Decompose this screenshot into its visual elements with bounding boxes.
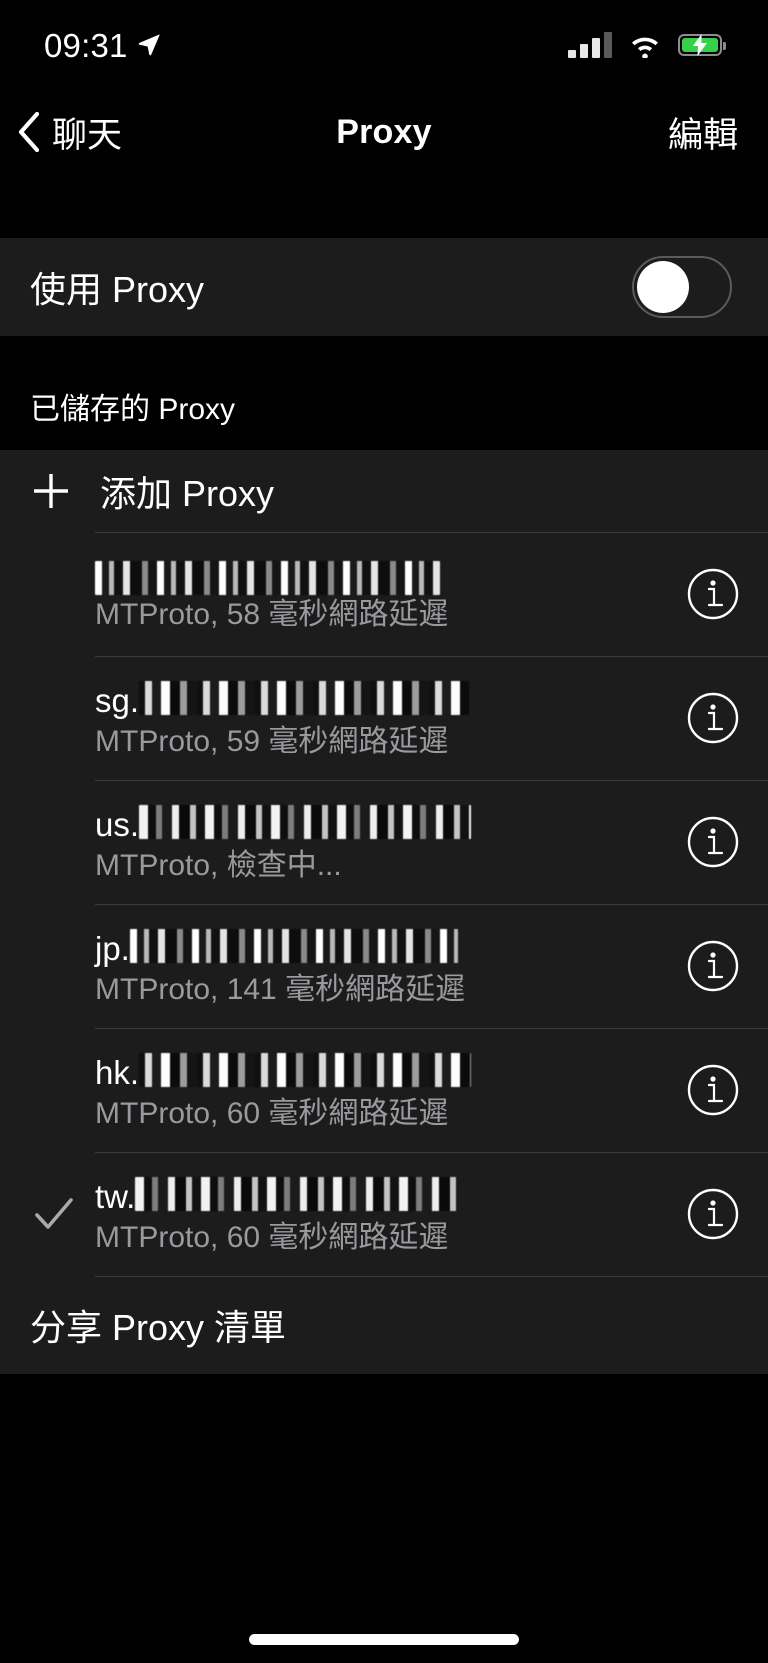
status-bar-right <box>568 30 726 58</box>
plus-icon <box>34 474 68 508</box>
share-proxy-list-label: 分享 Proxy 清單 <box>30 1307 287 1348</box>
info-circle-icon[interactable] <box>686 1063 740 1117</box>
add-proxy-row[interactable]: 添加 Proxy <box>0 450 768 532</box>
proxy-host: sg. <box>95 678 668 719</box>
info-circle-icon[interactable] <box>686 815 740 869</box>
proxy-text-block: us. MTProto, 檢查中... <box>95 802 668 882</box>
saved-proxies-section-header: 已儲存的 Proxy <box>0 336 768 450</box>
use-proxy-toggle[interactable] <box>632 256 732 318</box>
top-spacer <box>0 176 768 238</box>
proxy-host-redacted <box>135 1177 458 1212</box>
info-circle-icon[interactable] <box>686 1187 740 1241</box>
proxy-host-redacted <box>139 805 472 840</box>
saved-proxies-group: 添加 Proxy MTProto, 58 毫秒網路延遲 sg. MTProto,… <box>0 450 768 1374</box>
info-circle-icon[interactable] <box>686 567 740 621</box>
proxy-host-prefix: us. <box>95 806 140 844</box>
status-bar-clock: 09:31 <box>44 27 128 64</box>
proxy-host-prefix: sg. <box>95 682 140 720</box>
proxy-host-prefix: jp. <box>95 930 130 968</box>
back-button-label: 聊天 <box>52 115 123 155</box>
proxy-row[interactable]: us. MTProto, 檢查中... <box>0 780 768 904</box>
use-proxy-row[interactable]: 使用 Proxy <box>0 238 768 336</box>
proxy-text-block: MTProto, 58 毫秒網路延遲 <box>95 558 668 631</box>
proxy-text-block: hk. MTProto, 60 毫秒網路延遲 <box>95 1050 668 1130</box>
proxy-host: hk. <box>95 1050 668 1091</box>
home-indicator[interactable] <box>249 1634 519 1645</box>
use-proxy-group: 使用 Proxy <box>0 238 768 336</box>
content-scroll-area: 使用 Proxy 已儲存的 Proxy 添加 Proxy MTProto, 58… <box>0 176 768 1663</box>
bottom-spacer <box>0 1374 768 1663</box>
back-button[interactable]: 聊天 <box>18 107 122 158</box>
proxy-detail: MTProto, 60 毫秒網路延遲 <box>95 1096 449 1130</box>
proxy-host: tw. <box>95 1174 668 1215</box>
proxy-detail: MTProto, 59 毫秒網路延遲 <box>95 724 449 758</box>
edit-button[interactable]: 編輯 <box>668 107 738 158</box>
proxy-host-redacted <box>139 1053 472 1088</box>
status-bar: 09:31 <box>0 0 768 88</box>
charging-bolt-icon <box>693 34 707 56</box>
toggle-knob <box>637 261 689 313</box>
info-circle-icon[interactable] <box>686 691 740 745</box>
proxy-detail: MTProto, 141 毫秒網路延遲 <box>95 972 466 1006</box>
proxy-row[interactable]: MTProto, 58 毫秒網路延遲 <box>0 532 768 656</box>
proxy-host <box>95 558 668 595</box>
cellular-signal-icon <box>568 32 612 58</box>
proxy-host-redacted <box>129 929 458 964</box>
proxy-host-redacted <box>95 560 440 595</box>
proxy-detail: MTProto, 60 毫秒網路延遲 <box>95 1220 449 1254</box>
add-proxy-label: 添加 Proxy <box>100 473 275 514</box>
chevron-left-icon <box>18 112 40 152</box>
proxy-host-redacted <box>139 681 470 716</box>
proxy-text-block: tw. MTProto, 60 毫秒網路延遲 <box>95 1174 668 1254</box>
proxy-host: us. <box>95 802 668 843</box>
use-proxy-label: 使用 Proxy <box>30 269 205 310</box>
status-bar-left: 09:31 <box>44 23 161 65</box>
proxy-text-block: jp. MTProto, 141 毫秒網路延遲 <box>95 926 668 1006</box>
proxy-settings-screen: 09:31 聊天 Proxy 編輯 使用 Proxy 已儲存的 Proxy 添加… <box>0 0 768 1663</box>
proxy-host: jp. <box>95 926 668 967</box>
battery-charging-icon <box>678 34 726 56</box>
proxy-host-prefix: hk. <box>95 1054 140 1092</box>
wifi-icon <box>632 37 658 58</box>
proxy-row[interactable]: sg. MTProto, 59 毫秒網路延遲 <box>0 656 768 780</box>
navigation-bar: 聊天 Proxy 編輯 <box>0 88 768 176</box>
proxy-row[interactable]: jp. MTProto, 141 毫秒網路延遲 <box>0 904 768 1028</box>
checkmark-icon <box>35 1198 73 1229</box>
proxy-detail: MTProto, 58 毫秒網路延遲 <box>95 597 449 631</box>
proxy-row-selected[interactable]: tw. MTProto, 60 毫秒網路延遲 <box>0 1152 768 1276</box>
proxy-row[interactable]: hk. MTProto, 60 毫秒網路延遲 <box>0 1028 768 1152</box>
proxy-detail: MTProto, 檢查中... <box>95 848 342 882</box>
proxy-host-prefix: tw. <box>95 1178 136 1216</box>
proxy-text-block: sg. MTProto, 59 毫秒網路延遲 <box>95 678 668 758</box>
location-arrow-icon <box>138 34 160 56</box>
share-proxy-list-row[interactable]: 分享 Proxy 清單 <box>0 1276 768 1374</box>
info-circle-icon[interactable] <box>686 939 740 993</box>
